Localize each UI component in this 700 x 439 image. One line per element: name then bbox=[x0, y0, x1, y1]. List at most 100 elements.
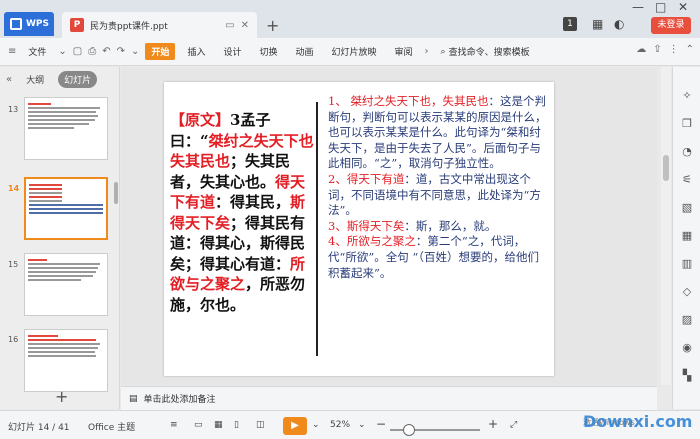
notes-toggle-icon[interactable]: ≡ bbox=[170, 420, 178, 430]
play-slideshow-button[interactable]: ▶ bbox=[283, 417, 307, 435]
scroll-right-icon[interactable]: › bbox=[425, 46, 429, 57]
copy-icon[interactable]: ❐ bbox=[680, 117, 694, 131]
login-button[interactable]: 未登录 bbox=[651, 17, 691, 34]
chevron-down-icon[interactable]: ⌄ bbox=[58, 46, 66, 57]
fit-window-icon[interactable]: ⤢ bbox=[510, 420, 517, 430]
minimize-button[interactable]: — bbox=[632, 0, 644, 14]
tab-slides[interactable]: 幻灯片 bbox=[58, 70, 98, 88]
play-circle-icon[interactable]: ◉ bbox=[680, 341, 694, 355]
print-icon[interactable]: ⎙ bbox=[88, 46, 96, 57]
menu-right-tools: ☁ ⇪ ⋮ ⌃ bbox=[636, 44, 694, 55]
slide-annotation-text: 1、 桀纣之失天下也，失其民也：这是个判断句，判断句可以表示某某的原因是什么，也… bbox=[328, 94, 550, 281]
more-icon[interactable]: ⌄ bbox=[131, 46, 139, 57]
canvas-scroll-thumb[interactable] bbox=[663, 155, 669, 181]
more-options-icon[interactable]: ⋮ bbox=[669, 44, 679, 55]
slide-original-text: 【原文】3孟子曰：“桀纣之失天下也失其民也；失其民者，失其心也。得天下有道：得其… bbox=[170, 110, 315, 315]
theme-name[interactable]: Office 主题 bbox=[88, 420, 135, 433]
tab-transition[interactable]: 切换 bbox=[253, 43, 283, 60]
slide-number: 16 bbox=[8, 335, 19, 344]
collapse-icon[interactable]: ⌃ bbox=[686, 44, 694, 55]
new-tab-button[interactable]: + bbox=[266, 16, 279, 35]
zoom-slider-knob[interactable] bbox=[403, 424, 415, 436]
slide-thumbnail-15[interactable] bbox=[24, 253, 108, 316]
document-tab[interactable]: P 民为贵ppt课件.ppt ▭ ✕ bbox=[62, 12, 257, 38]
picture-icon[interactable]: ▨ bbox=[680, 313, 694, 327]
folder-icon[interactable]: ▢ bbox=[73, 46, 82, 57]
note-heading-2: 2、得天下有道 bbox=[328, 171, 405, 186]
share-icon[interactable]: ⇪ bbox=[653, 44, 661, 55]
right-sidebar: ✧ ❐ ◔ ⚟ ▧ ▦ ▥ ◇ ▨ ◉ ▚ bbox=[672, 67, 700, 409]
zoom-dropdown-icon[interactable]: ⌄ bbox=[358, 420, 366, 430]
grid-apps-icon[interactable]: ▚ bbox=[680, 369, 694, 383]
original-label: 【原文】 bbox=[170, 111, 231, 129]
panel-tabs: « 大纲 幻灯片 bbox=[0, 67, 120, 91]
shape-icon[interactable]: ◔ bbox=[680, 145, 694, 159]
add-slide-button[interactable]: + bbox=[55, 387, 68, 406]
screen-icon[interactable]: ▭ bbox=[225, 20, 234, 31]
search-icon: ⌕ bbox=[440, 46, 446, 57]
settings-sliders-icon[interactable]: ⚟ bbox=[680, 173, 694, 187]
slide-divider-line bbox=[316, 102, 318, 356]
shape-tool-icon[interactable]: ◇ bbox=[680, 285, 694, 299]
tab-design[interactable]: 设计 bbox=[217, 43, 247, 60]
zoom-level[interactable]: 52% bbox=[330, 420, 350, 430]
document-title: 民为贵ppt课件.ppt bbox=[90, 21, 168, 32]
slide-number: 13 bbox=[8, 105, 19, 114]
wps-logo-icon bbox=[10, 18, 22, 30]
slide-thumbnail-14[interactable] bbox=[24, 177, 108, 240]
tab-outline[interactable]: 大纲 bbox=[20, 71, 50, 88]
current-slide[interactable]: 【原文】3孟子曰：“桀纣之失天下也失其民也；失其民者，失其心也。得天下有道：得其… bbox=[164, 82, 554, 376]
slide-number-selected: 14 bbox=[8, 184, 20, 193]
file-menu[interactable]: 文件 bbox=[22, 43, 52, 60]
cloud-icon[interactable]: ☁ bbox=[636, 44, 646, 55]
collapse-panel-icon[interactable]: « bbox=[6, 74, 12, 85]
redo-icon[interactable]: ↷ bbox=[117, 46, 125, 57]
notes-icon: ▤ bbox=[129, 393, 138, 404]
table-icon[interactable]: ▦ bbox=[680, 229, 694, 243]
zoom-out-button[interactable]: − bbox=[376, 417, 386, 431]
close-window-button[interactable]: ✕ bbox=[678, 0, 688, 14]
quote-mark: “ bbox=[200, 131, 209, 150]
sparkle-icon[interactable]: ✧ bbox=[680, 89, 694, 103]
slide-thumbnail-16[interactable] bbox=[24, 329, 108, 392]
note-heading-3: 3、斯得天下矣 bbox=[328, 218, 405, 233]
slide-number: 15 bbox=[8, 260, 19, 269]
site-watermark: Downxi.com bbox=[583, 412, 693, 431]
slide-panel: « 大纲 幻灯片 13 14 15 16 + bbox=[0, 67, 120, 409]
reading-view-icon[interactable]: ▯ bbox=[234, 420, 239, 430]
tab-review[interactable]: 审阅 bbox=[389, 43, 419, 60]
sorter-view-icon[interactable]: ▦ bbox=[214, 420, 223, 430]
grid-icon[interactable]: ▦ bbox=[592, 17, 603, 31]
command-search[interactable]: ⌕ 查找命令、搜索模板 bbox=[440, 45, 530, 59]
chevron-down-icon[interactable]: ⌄ bbox=[312, 420, 320, 430]
section-number: 3 bbox=[230, 111, 241, 129]
slide-thumbnail-13[interactable] bbox=[24, 97, 108, 160]
canvas-scrollbar[interactable] bbox=[661, 67, 671, 385]
layout-icon[interactable]: ▥ bbox=[680, 257, 694, 271]
tab-insert[interactable]: 插入 bbox=[181, 43, 211, 60]
slide-counter: 幻灯片 14 / 41 bbox=[8, 423, 70, 433]
note-body-3: ：斯，那么，就。 bbox=[404, 218, 497, 233]
hamburger-icon[interactable]: ≡ bbox=[8, 46, 16, 57]
command-search-label: 查找命令、搜索模板 bbox=[448, 48, 530, 58]
undo-icon[interactable]: ↶ bbox=[102, 46, 110, 57]
image-icon[interactable]: ▧ bbox=[680, 201, 694, 215]
comment-icon[interactable]: ◫ bbox=[256, 420, 265, 430]
normal-view-icon[interactable]: ▭ bbox=[194, 420, 203, 430]
wps-home-tab[interactable]: WPS bbox=[4, 12, 54, 36]
maximize-button[interactable]: □ bbox=[655, 0, 666, 14]
wps-tab-label: WPS bbox=[26, 19, 50, 29]
notes-bar[interactable]: ▤ 单击此处添加备注 bbox=[121, 386, 657, 410]
panel-scrollbar[interactable] bbox=[114, 182, 118, 204]
ppt-file-icon: P bbox=[70, 18, 84, 32]
menu-bar: ≡ 文件 ⌄ ▢ ⎙ ↶ ↷ ⌄ 开始 插入 设计 切换 动画 幻灯片放映 审阅… bbox=[0, 38, 700, 66]
skin-icon[interactable]: ◐ bbox=[614, 17, 624, 31]
close-tab-icon[interactable]: ✕ bbox=[241, 20, 249, 31]
window-count-badge[interactable]: 1 bbox=[563, 17, 577, 31]
zoom-in-button[interactable]: + bbox=[488, 417, 498, 431]
tab-animation[interactable]: 动画 bbox=[289, 43, 319, 60]
tab-start[interactable]: 开始 bbox=[145, 43, 176, 60]
notes-placeholder: 单击此处添加备注 bbox=[143, 395, 216, 405]
note-heading-1: 1、 桀纣之失天下也，失其民也 bbox=[328, 94, 489, 108]
tab-slideshow[interactable]: 幻灯片放映 bbox=[326, 43, 383, 60]
